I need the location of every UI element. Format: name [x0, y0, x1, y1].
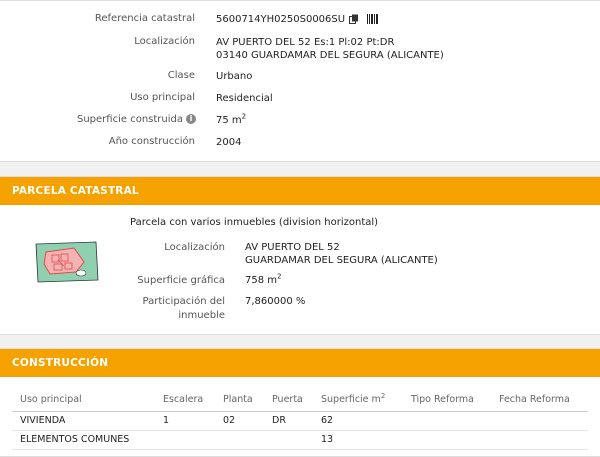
parcela-superficie-value: 758 m2: [245, 272, 282, 287]
parcela-description: Parcela con varios inmuebles (division h…: [130, 217, 379, 228]
parcela-header: PARCELA CATASTRAL: [12, 185, 139, 197]
cell-planta: 02: [215, 411, 264, 431]
cell-puerta: DR: [264, 411, 313, 431]
uso-label: Uso principal: [130, 92, 195, 103]
cell-uso: ELEMENTOS COMUNES: [12, 430, 155, 450]
parcela-header-bar: PARCELA CATASTRAL: [0, 177, 600, 205]
localizacion-line2: 03140 GUARDAMAR DEL SEGURA (ALICANTE): [216, 50, 444, 61]
copy-icon[interactable]: [349, 14, 359, 24]
localizacion-label: Localización: [134, 36, 195, 47]
col-superficie-text: Superficie m: [321, 394, 381, 406]
superficie-unit-sup: 2: [241, 112, 247, 121]
parcel-map-image: [35, 241, 99, 283]
clase-value: Urbano: [216, 71, 253, 82]
referencia-label: Referencia catastral: [94, 13, 195, 24]
anio-label: Año construcción: [108, 136, 195, 147]
referencia-text: 5600714YH0250S0006SU: [216, 14, 346, 25]
referencia-value: 5600714YH0250S0006SU: [216, 13, 379, 26]
cell-planta: [215, 430, 264, 450]
col-superficie-sup: 2: [380, 392, 386, 401]
col-uso: Uso principal: [12, 389, 155, 412]
parcela-localizacion-value: AV PUERTO DEL 52 GUARDAMAR DEL SEGURA (A…: [245, 241, 438, 267]
parcela-superficie-unit-sup: 2: [277, 272, 282, 281]
col-fecha-reforma: Fecha Reforma: [491, 389, 588, 412]
anio-value: 2004: [216, 137, 242, 148]
parcela-localizacion-line1: AV PUERTO DEL 52: [245, 242, 340, 253]
table-row: ELEMENTOS COMUNES 13: [12, 430, 588, 450]
construccion-header-bar: CONSTRUCCIÓN: [0, 349, 600, 377]
cell-escalera: [155, 430, 215, 450]
superficie-value: 75 m2: [216, 112, 247, 127]
superficie-label-text: Superficie construida: [77, 114, 183, 125]
participacion-value: 7,860000 %: [245, 296, 306, 307]
superficie-value-text: 75 m: [216, 115, 242, 126]
col-escalera: Escalera: [155, 389, 215, 412]
parcela-card: PARCELA CATASTRAL Parcela con varios inm…: [0, 176, 600, 335]
cell-puerta: [264, 430, 313, 450]
parcel-thumbnail[interactable]: [34, 240, 100, 284]
cell-superficie: 13: [313, 430, 403, 450]
cell-fecha-reforma: [491, 430, 588, 450]
info-icon[interactable]: i: [186, 114, 196, 124]
participacion-label: Participación del inmueble: [143, 295, 225, 323]
barcode-icon[interactable]: [367, 14, 379, 24]
cell-superficie: 62: [313, 411, 403, 431]
table-header-row: Uso principal Escalera Planta Puerta Sup…: [12, 389, 588, 412]
cell-escalera: 1: [155, 411, 215, 431]
parcela-superficie-text: 758 m: [245, 275, 278, 286]
col-tipo-reforma: Tipo Reforma: [403, 389, 491, 412]
col-planta: Planta: [215, 389, 264, 412]
clase-label: Clase: [167, 70, 195, 81]
cell-fecha-reforma: [491, 411, 588, 431]
participacion-label-line1: Participación del: [142, 296, 225, 307]
cell-tipo-reforma: [403, 411, 491, 431]
inmueble-card: Referencia catastral 5600714YH0250S0006S…: [0, 0, 600, 162]
superficie-label: Superficie construida i: [77, 114, 196, 125]
table-row: VIVIENDA 1 02 DR 62: [12, 411, 588, 431]
cell-tipo-reforma: [403, 430, 491, 450]
construccion-table: Uso principal Escalera Planta Puerta Sup…: [12, 389, 588, 450]
localizacion-value: AV PUERTO DEL 52 Es:1 Pl:02 Pt:DR 03140 …: [216, 36, 444, 62]
participacion-label-line2: inmueble: [178, 310, 225, 321]
cell-uso: VIVIENDA: [12, 411, 155, 431]
col-superficie: Superficie m2: [313, 389, 403, 412]
localizacion-line1: AV PUERTO DEL 52 Es:1 Pl:02 Pt:DR: [216, 37, 395, 48]
col-puerta: Puerta: [264, 389, 313, 412]
parcela-localizacion-label: Localización: [164, 242, 225, 253]
parcela-superficie-label: Superficie gráfica: [137, 275, 225, 286]
uso-value: Residencial: [216, 93, 273, 104]
construccion-header: CONSTRUCCIÓN: [12, 357, 109, 369]
construccion-card: CONSTRUCCIÓN Uso principal Escalera Plan…: [0, 348, 600, 457]
parcela-localizacion-line2: GUARDAMAR DEL SEGURA (ALICANTE): [245, 255, 438, 266]
